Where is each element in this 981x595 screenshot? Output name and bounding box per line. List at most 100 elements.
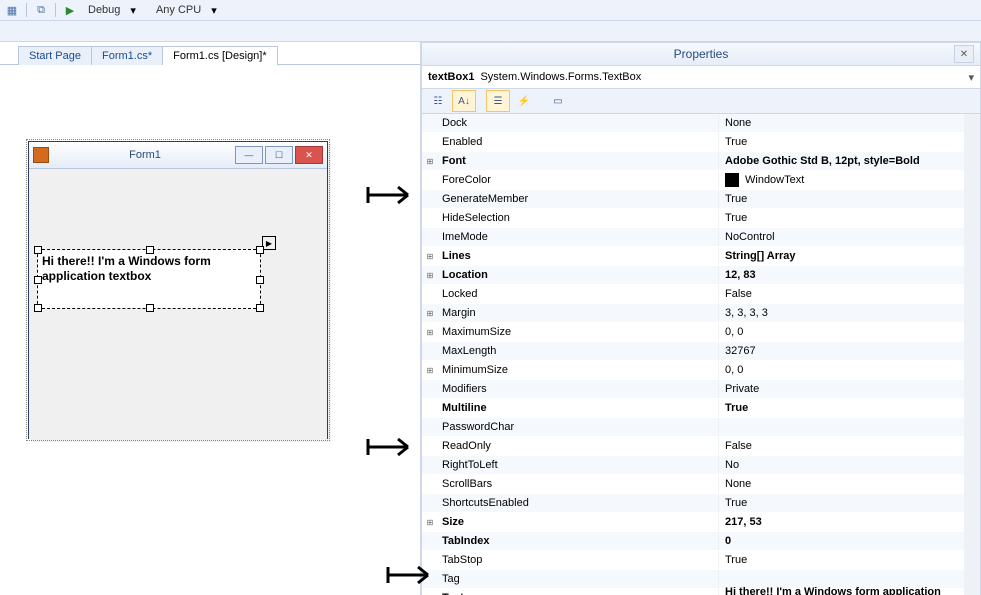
property-row[interactable]: ⊞MaximumSize0, 0: [422, 323, 964, 342]
property-value[interactable]: 0, 0: [719, 361, 964, 379]
property-value[interactable]: True: [719, 551, 964, 569]
property-value[interactable]: 3, 3, 3, 3: [719, 304, 964, 322]
property-value[interactable]: True: [719, 133, 964, 151]
property-value[interactable]: NoControl: [719, 228, 964, 246]
property-name: Margin: [438, 304, 719, 322]
resize-handle[interactable]: [256, 304, 264, 312]
property-row[interactable]: ⊞MinimumSize0, 0: [422, 361, 964, 380]
property-value[interactable]: None: [719, 114, 964, 132]
alphabetical-view-button[interactable]: A↓: [452, 90, 476, 112]
form-designer-surface[interactable]: Form1 — ☐ ✕ Hi there!! I'm a Windows for…: [0, 65, 420, 595]
properties-grid[interactable]: DockNoneEnabledTrue⊞FontAdobe Gothic Std…: [422, 114, 964, 595]
toolbar-icon[interactable]: ▦: [4, 2, 20, 18]
property-value[interactable]: String[] Array: [719, 247, 964, 265]
property-value[interactable]: None: [719, 475, 964, 493]
properties-object-selector[interactable]: textBox1 System.Windows.Forms.TextBox ▾: [422, 66, 980, 89]
move-glyph-icon[interactable]: ▶: [262, 236, 276, 250]
property-row[interactable]: ForeColorWindowText: [422, 171, 964, 190]
events-button[interactable]: ⚡: [512, 90, 536, 112]
property-name: GenerateMember: [438, 190, 719, 208]
property-row[interactable]: ReadOnlyFalse: [422, 437, 964, 456]
resize-handle[interactable]: [256, 276, 264, 284]
property-row[interactable]: ScrollBarsNone: [422, 475, 964, 494]
resize-handle[interactable]: [256, 246, 264, 254]
minimize-button[interactable]: —: [235, 146, 263, 164]
resize-handle[interactable]: [146, 246, 154, 254]
expand-icon: [422, 399, 438, 417]
property-row[interactable]: HideSelectionTrue: [422, 209, 964, 228]
property-row[interactable]: ShortcutsEnabledTrue: [422, 494, 964, 513]
categorized-view-button[interactable]: ☷: [426, 90, 450, 112]
document-tab[interactable]: Form1.cs [Design]*: [162, 46, 278, 65]
property-row[interactable]: ⊞FontAdobe Gothic Std B, 12pt, style=Bol…: [422, 152, 964, 171]
property-row[interactable]: RightToLeftNo: [422, 456, 964, 475]
property-value[interactable]: False: [719, 437, 964, 455]
platform-dropdown[interactable]: Any CPU: [152, 4, 205, 16]
expand-icon[interactable]: ⊞: [422, 361, 438, 379]
property-row[interactable]: TextHi there!! I'm a Windows form applic…: [422, 589, 964, 595]
property-value[interactable]: Adobe Gothic Std B, 12pt, style=Bold: [719, 152, 964, 170]
dropdown-arrow-icon[interactable]: ▾: [968, 71, 974, 84]
expand-icon: [422, 456, 438, 474]
property-value[interactable]: [719, 418, 964, 436]
property-value[interactable]: False: [719, 285, 964, 303]
form-client-area[interactable]: Hi there!! I'm a Windows form applicatio…: [29, 169, 327, 439]
property-row[interactable]: EnabledTrue: [422, 133, 964, 152]
property-value[interactable]: No: [719, 456, 964, 474]
property-row[interactable]: LockedFalse: [422, 285, 964, 304]
property-value[interactable]: True: [719, 399, 964, 417]
resize-handle[interactable]: [146, 304, 154, 312]
property-row[interactable]: ImeModeNoControl: [422, 228, 964, 247]
form-window[interactable]: Form1 — ☐ ✕ Hi there!! I'm a Windows for…: [28, 141, 328, 439]
property-row[interactable]: TabIndex0: [422, 532, 964, 551]
scrollbar[interactable]: [964, 114, 980, 595]
toolbar-icon[interactable]: ⧉: [33, 2, 49, 18]
property-row[interactable]: ⊞Margin3, 3, 3, 3: [422, 304, 964, 323]
dropdown-arrow-icon[interactable]: ⌄: [951, 592, 960, 595]
property-value[interactable]: 32767: [719, 342, 964, 360]
resize-handle[interactable]: [34, 276, 42, 284]
property-value[interactable]: Hi there!! I'm a Windows form applicatio…: [719, 589, 964, 595]
expand-icon[interactable]: ⊞: [422, 152, 438, 170]
property-row[interactable]: GenerateMemberTrue: [422, 190, 964, 209]
property-name: Font: [438, 152, 719, 170]
property-row[interactable]: TabStopTrue: [422, 551, 964, 570]
property-name: ForeColor: [438, 171, 719, 189]
document-tab[interactable]: Start Page: [18, 46, 92, 65]
configuration-dropdown[interactable]: Debug: [84, 4, 124, 16]
property-value[interactable]: 12, 83: [719, 266, 964, 284]
property-value[interactable]: 0: [719, 532, 964, 550]
property-value[interactable]: True: [719, 209, 964, 227]
properties-button[interactable]: ☰: [486, 90, 510, 112]
property-row[interactable]: ⊞Location12, 83: [422, 266, 964, 285]
resize-handle[interactable]: [34, 304, 42, 312]
expand-icon[interactable]: ⊞: [422, 513, 438, 531]
property-row[interactable]: DockNone: [422, 114, 964, 133]
property-row[interactable]: ⊞Size217, 53: [422, 513, 964, 532]
property-value[interactable]: 0, 0: [719, 323, 964, 341]
property-name: Dock: [438, 114, 719, 132]
property-row[interactable]: MultilineTrue: [422, 399, 964, 418]
property-value[interactable]: Private: [719, 380, 964, 398]
property-value[interactable]: True: [719, 190, 964, 208]
expand-icon[interactable]: ⊞: [422, 323, 438, 341]
close-button[interactable]: ✕: [295, 146, 323, 164]
property-value[interactable]: 217, 53: [719, 513, 964, 531]
form-titlebar: Form1 — ☐ ✕: [29, 142, 327, 169]
property-value[interactable]: True: [719, 494, 964, 512]
resize-handle[interactable]: [34, 246, 42, 254]
maximize-button[interactable]: ☐: [265, 146, 293, 164]
expand-icon[interactable]: ⊞: [422, 247, 438, 265]
expand-icon[interactable]: ⊞: [422, 266, 438, 284]
property-value[interactable]: WindowText: [719, 171, 964, 189]
property-pages-button[interactable]: ▭: [546, 90, 570, 112]
expand-icon[interactable]: ⊞: [422, 304, 438, 322]
property-row[interactable]: ModifiersPrivate: [422, 380, 964, 399]
selected-textbox[interactable]: Hi there!! I'm a Windows form applicatio…: [37, 249, 261, 309]
property-row[interactable]: PasswordChar: [422, 418, 964, 437]
panel-close-button[interactable]: ✕: [954, 45, 974, 63]
run-icon[interactable]: ▶: [62, 2, 78, 18]
property-row[interactable]: ⊞LinesString[] Array: [422, 247, 964, 266]
document-tab[interactable]: Form1.cs*: [91, 46, 163, 65]
property-row[interactable]: MaxLength32767: [422, 342, 964, 361]
